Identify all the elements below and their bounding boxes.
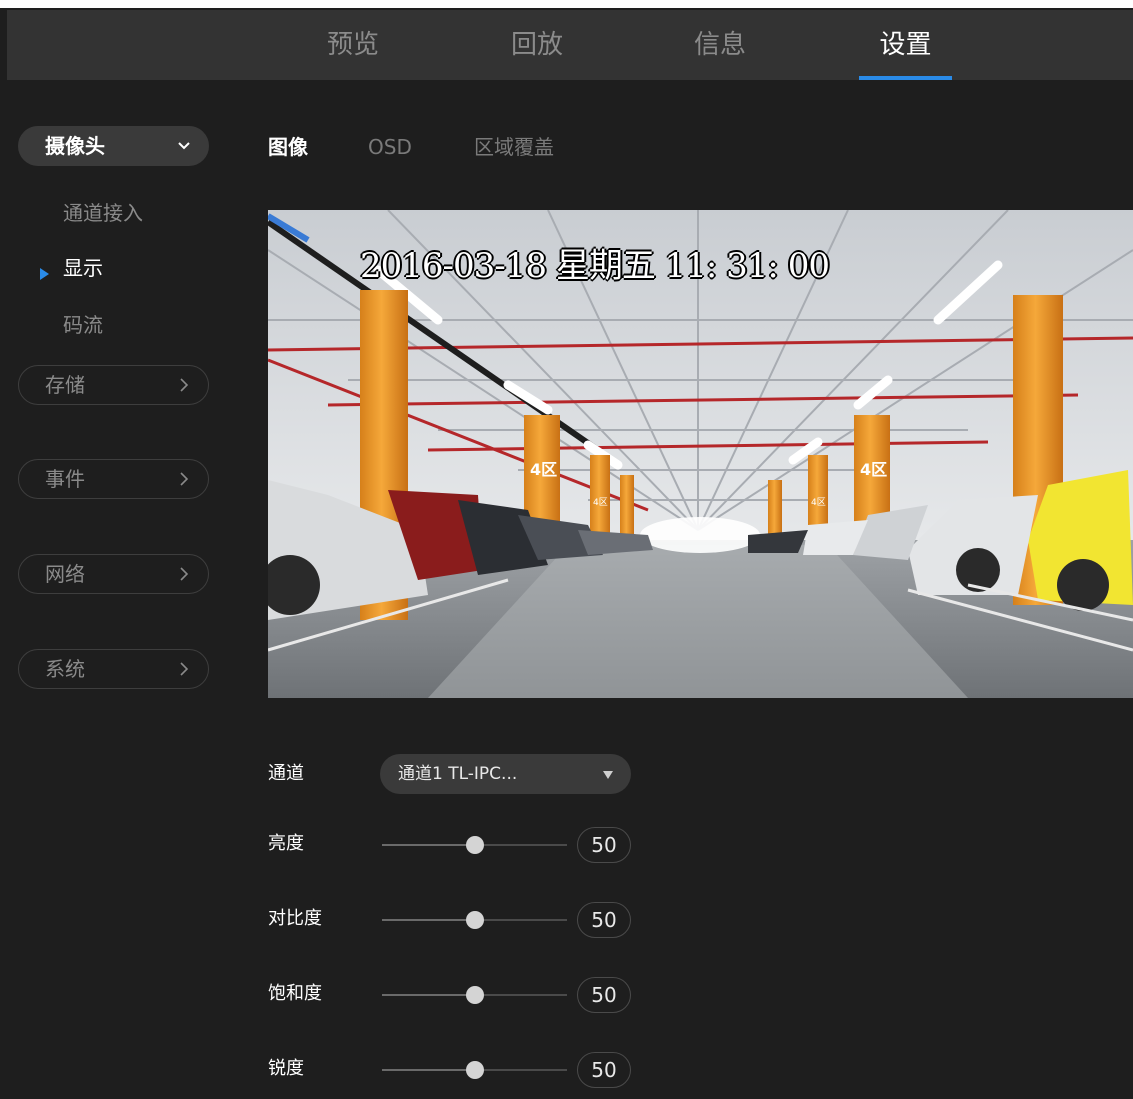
chevron-right-icon <box>180 472 189 486</box>
sidebar-group-system[interactable]: 系统 <box>18 649 209 689</box>
zone-label: 4区 <box>811 497 826 508</box>
sidebar-group-network[interactable]: 网络 <box>18 554 209 594</box>
top-nav: 预览 回放 信息 设置 <box>7 10 1133 80</box>
sidebar-item-stream[interactable]: 码流 <box>63 313 103 337</box>
sharpness-value-input[interactable]: 50 <box>577 1052 631 1088</box>
sidebar-group-label: 网络 <box>45 562 85 586</box>
chevron-down-icon <box>178 142 190 150</box>
active-marker-icon <box>40 268 49 280</box>
sidebar-group-camera[interactable]: 摄像头 <box>18 126 209 166</box>
sharpness-label: 锐度 <box>268 1058 304 1079</box>
slider-fill <box>382 994 475 996</box>
contrast-label: 对比度 <box>268 908 322 929</box>
camera-preview: 4区 4区 4区 4区 2016-03-18 星期五 11: 31: 00 <box>268 210 1133 698</box>
caret-down-icon <box>603 771 613 779</box>
channel-label: 通道 <box>268 763 304 784</box>
contrast-value-input[interactable]: 50 <box>577 902 631 938</box>
subtab-image[interactable]: 图像 <box>268 133 308 161</box>
sidebar-group-events[interactable]: 事件 <box>18 459 209 499</box>
tab-info[interactable]: 信息 <box>674 10 766 80</box>
channel-select-value: 通道1 TL-IPC... <box>398 764 518 784</box>
brightness-label: 亮度 <box>268 833 304 854</box>
sidebar-group-storage[interactable]: 存储 <box>18 365 209 405</box>
sharpness-slider[interactable] <box>382 1058 567 1082</box>
zone-label: 4区 <box>530 460 557 479</box>
brightness-value-input[interactable]: 50 <box>577 827 631 863</box>
saturation-label: 饱和度 <box>268 983 322 1004</box>
sidebar-item-display[interactable]: 显示 <box>63 256 103 280</box>
slider-thumb[interactable] <box>465 986 484 1004</box>
saturation-slider[interactable] <box>382 983 567 1007</box>
tab-settings[interactable]: 设置 <box>859 10 952 80</box>
sidebar-group-label: 摄像头 <box>45 134 105 158</box>
slider-fill <box>382 844 475 846</box>
slider-thumb[interactable] <box>465 1061 484 1079</box>
sidebar-group-label: 存储 <box>45 373 85 397</box>
slider-fill <box>382 919 475 921</box>
saturation-value-input[interactable]: 50 <box>577 977 631 1013</box>
osd-datetime: 2016-03-18 星期五 11: 31: 00 <box>360 246 830 286</box>
subtab-osd[interactable]: OSD <box>368 133 412 161</box>
zone-label: 4区 <box>860 460 887 479</box>
brightness-slider[interactable] <box>382 833 567 857</box>
sidebar-group-label: 系统 <box>45 657 85 681</box>
chevron-right-icon <box>180 378 189 392</box>
tab-playback[interactable]: 回放 <box>491 10 583 80</box>
slider-thumb[interactable] <box>465 911 484 929</box>
chevron-right-icon <box>180 662 189 676</box>
slider-fill <box>382 1069 475 1071</box>
app-window: 预览 回放 信息 设置 摄像头 通道接入 显示 码流 存储 事件 网络 系统 图… <box>0 8 1133 1099</box>
tab-preview[interactable]: 预览 <box>307 10 399 80</box>
sidebar-item-channel-access[interactable]: 通道接入 <box>63 201 143 225</box>
channel-select[interactable]: 通道1 TL-IPC... <box>380 754 631 794</box>
sidebar-group-label: 事件 <box>45 467 85 491</box>
contrast-slider[interactable] <box>382 908 567 932</box>
slider-thumb[interactable] <box>465 836 484 854</box>
chevron-right-icon <box>180 567 189 581</box>
zone-label: 4区 <box>593 497 608 508</box>
subtab-privacy-mask[interactable]: 区域覆盖 <box>474 133 554 161</box>
